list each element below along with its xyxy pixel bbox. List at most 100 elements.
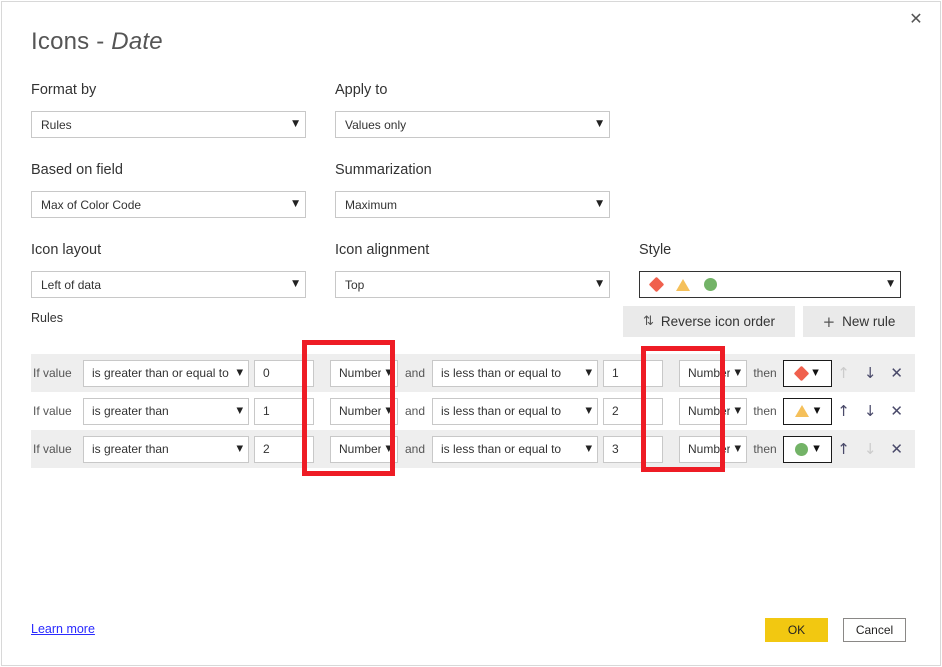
rule-value1-input[interactable]: 0	[254, 359, 314, 387]
page-title-main: Icons -	[31, 28, 112, 55]
chevron-down-icon: ▼	[812, 367, 819, 378]
learn-more-link[interactable]: Learn more	[31, 622, 95, 636]
icon-layout-value: Left of data	[41, 277, 102, 292]
reverse-icon-order-button[interactable]: ⇅ Reverse icon order	[623, 306, 795, 337]
apply-to-label: Apply to	[335, 82, 388, 98]
rule-type1-value: Number	[339, 442, 382, 456]
rule-operator2-value: is less than or equal to	[441, 404, 562, 418]
table-row: If value is greater than or equal to ▼ 0…	[31, 354, 915, 392]
rule-operator1-value: is greater than	[92, 404, 169, 418]
chevron-down-icon: ▼	[813, 443, 820, 454]
diamond-icon	[793, 365, 810, 381]
row-actions: ↑ ↓ ✕	[837, 363, 915, 382]
style-dropdown[interactable]: ▼	[639, 271, 901, 298]
icon-alignment-label: Icon alignment	[335, 242, 430, 258]
rule-operator2-value: is less than or equal to	[441, 442, 562, 456]
icon-layout-dropdown[interactable]: Left of data ▼	[31, 271, 306, 298]
then-label: then	[753, 366, 777, 380]
rule-type2-value: Number	[688, 442, 731, 456]
move-up-icon[interactable]: ↑	[837, 403, 850, 419]
rule-operator1-dropdown[interactable]: is greater than ▼	[83, 397, 249, 425]
summarization-dropdown[interactable]: Maximum ▼	[335, 191, 610, 218]
rule-type1-value: Number	[339, 366, 382, 380]
rule-value1-text: 2	[263, 442, 270, 456]
remove-rule-icon[interactable]: ✕	[890, 441, 903, 457]
chevron-down-icon: ▼	[585, 443, 592, 454]
ok-button[interactable]: OK	[765, 618, 828, 642]
rule-icon-picker[interactable]: ▼	[783, 359, 832, 387]
format-by-dropdown[interactable]: Rules ▼	[31, 111, 306, 138]
icon-layout-label: Icon layout	[31, 242, 102, 258]
rule-icon-picker[interactable]: ▼	[783, 435, 832, 463]
rule-type2-dropdown[interactable]: Number ▼	[679, 435, 747, 463]
rule-value2-text: 2	[612, 404, 619, 418]
rule-operator1-dropdown[interactable]: is greater than ▼	[83, 435, 249, 463]
rule-type1-dropdown[interactable]: Number ▼	[330, 359, 398, 387]
close-icon[interactable]: ✕	[896, 4, 936, 34]
chevron-down-icon: ▼	[596, 119, 603, 129]
diamond-icon	[648, 276, 665, 293]
chevron-down-icon: ▼	[813, 405, 821, 416]
rule-operator2-value: is less than or equal to	[441, 366, 562, 380]
table-row: If value is greater than ▼ 2 Number ▼ an…	[31, 430, 915, 468]
plus-icon: +	[822, 312, 836, 331]
rule-operator2-dropdown[interactable]: is less than or equal to ▼	[432, 359, 598, 387]
rule-type1-dropdown[interactable]: Number ▼	[330, 397, 398, 425]
then-label: then	[753, 442, 777, 456]
remove-rule-icon[interactable]: ✕	[890, 365, 903, 381]
chevron-down-icon: ▼	[292, 199, 299, 209]
rule-value2-text: 3	[612, 442, 619, 456]
rule-value1-input[interactable]: 1	[254, 397, 314, 425]
new-rule-button[interactable]: + New rule	[803, 306, 915, 337]
chevron-down-icon: ▼	[585, 367, 592, 378]
chevron-down-icon: ▼	[236, 405, 243, 416]
apply-to-dropdown[interactable]: Values only ▼	[335, 111, 610, 138]
remove-rule-icon[interactable]: ✕	[890, 403, 903, 419]
chevron-down-icon: ▼	[236, 443, 243, 454]
rule-icon-picker[interactable]: ▼	[783, 397, 832, 425]
triangle-icon	[676, 278, 690, 291]
circle-icon	[795, 442, 809, 456]
rule-type1-dropdown[interactable]: Number ▼	[330, 435, 398, 463]
format-by-label: Format by	[31, 82, 97, 98]
new-rule-label: New rule	[842, 314, 896, 329]
updown-arrows-icon: ⇅	[643, 314, 654, 329]
rule-operator1-dropdown[interactable]: is greater than or equal to ▼	[83, 359, 249, 387]
rule-value1-input[interactable]: 2	[254, 435, 314, 463]
move-up-icon: ↑	[837, 363, 850, 382]
move-down-icon[interactable]: ↓	[864, 365, 877, 381]
rule-operator2-dropdown[interactable]: is less than or equal to ▼	[432, 397, 598, 425]
chevron-down-icon: ▼	[734, 443, 741, 454]
cancel-button[interactable]: Cancel	[843, 618, 906, 642]
row-actions: ↑ ↓ ✕	[837, 403, 915, 419]
icon-alignment-dropdown[interactable]: Top ▼	[335, 271, 610, 298]
triangle-icon	[794, 405, 809, 417]
chevron-down-icon: ▼	[887, 279, 894, 289]
rule-value2-input[interactable]: 2	[603, 397, 663, 425]
based-on-field-dropdown[interactable]: Max of Color Code ▼	[31, 191, 306, 218]
style-preview-icons	[648, 276, 881, 293]
and-label: and	[404, 366, 426, 380]
chevron-down-icon: ▼	[734, 367, 741, 378]
rule-type2-value: Number	[688, 404, 731, 418]
icons-dialog: ✕ Icons - Date Format by Rules ▼ Apply t…	[1, 1, 941, 666]
chevron-down-icon: ▼	[292, 119, 299, 129]
apply-to-value: Values only	[345, 117, 407, 132]
chevron-down-icon: ▼	[596, 279, 603, 289]
chevron-down-icon: ▼	[292, 279, 299, 289]
move-up-icon[interactable]: ↑	[837, 441, 850, 457]
move-down-icon[interactable]: ↓	[864, 403, 877, 419]
rule-type2-dropdown[interactable]: Number ▼	[679, 397, 747, 425]
then-label: then	[753, 404, 777, 418]
style-label: Style	[639, 242, 672, 258]
if-value-label: If value	[33, 404, 72, 418]
rule-value2-input[interactable]: 3	[603, 435, 663, 463]
chevron-down-icon: ▼	[385, 405, 392, 416]
reverse-icon-order-label: Reverse icon order	[660, 314, 775, 329]
rule-value2-input[interactable]: 1	[603, 359, 663, 387]
rules-table: If value is greater than or equal to ▼ 0…	[31, 354, 915, 468]
based-on-field-value: Max of Color Code	[41, 197, 142, 212]
chevron-down-icon: ▼	[596, 199, 603, 209]
rule-operator2-dropdown[interactable]: is less than or equal to ▼	[432, 435, 598, 463]
rule-type2-dropdown[interactable]: Number ▼	[679, 359, 747, 387]
